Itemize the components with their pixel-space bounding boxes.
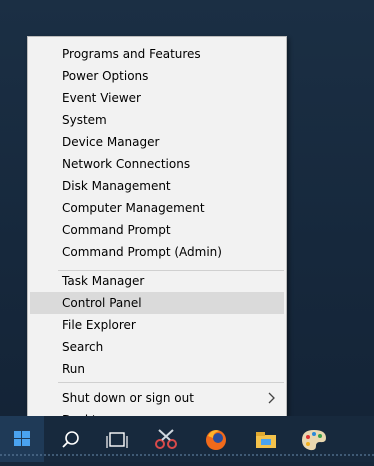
search-button[interactable] <box>50 424 90 456</box>
file-explorer-button[interactable] <box>246 424 286 456</box>
task-view-icon <box>106 432 128 448</box>
menu-item-file-explorer[interactable]: File Explorer <box>28 314 286 336</box>
menu-item-control-panel[interactable]: Control Panel <box>30 292 284 314</box>
firefox-icon <box>206 430 226 450</box>
winx-power-user-menu: Programs and Features Power Options Even… <box>27 36 287 434</box>
menu-item-power-options[interactable]: Power Options <box>28 65 286 87</box>
menu-item-shut-down-or-sign-out[interactable]: Shut down or sign out <box>28 387 286 409</box>
snipping-tool-icon <box>155 429 177 449</box>
snipping-tool-button[interactable] <box>146 424 186 456</box>
search-icon <box>62 431 79 448</box>
menu-item-event-viewer[interactable]: Event Viewer <box>28 87 286 109</box>
chevron-right-icon <box>268 387 276 409</box>
paint-button[interactable] <box>294 424 334 456</box>
menu-group-system-tools: Programs and Features Power Options Even… <box>28 43 286 263</box>
paint-icon <box>302 430 326 451</box>
menu-item-disk-management[interactable]: Disk Management <box>28 175 286 197</box>
taskbar-highlight-line <box>0 454 374 456</box>
menu-item-search[interactable]: Search <box>28 336 286 358</box>
menu-item-command-prompt[interactable]: Command Prompt <box>28 219 286 241</box>
menu-item-label: Shut down or sign out <box>62 391 194 405</box>
menu-item-computer-management[interactable]: Computer Management <box>28 197 286 219</box>
firefox-button[interactable] <box>196 424 236 456</box>
menu-item-command-prompt-admin[interactable]: Command Prompt (Admin) <box>28 241 286 263</box>
task-view-button[interactable] <box>98 424 138 456</box>
file-explorer-icon <box>256 432 276 448</box>
menu-item-device-manager[interactable]: Device Manager <box>28 131 286 153</box>
menu-item-task-manager[interactable]: Task Manager <box>28 270 286 292</box>
menu-item-programs-and-features[interactable]: Programs and Features <box>28 43 286 65</box>
menu-item-network-connections[interactable]: Network Connections <box>28 153 286 175</box>
menu-group-apps: Task Manager Control Panel File Explorer… <box>28 270 286 380</box>
menu-item-system[interactable]: System <box>28 109 286 131</box>
menu-item-run[interactable]: Run <box>28 358 286 380</box>
menu-separator <box>58 382 284 383</box>
